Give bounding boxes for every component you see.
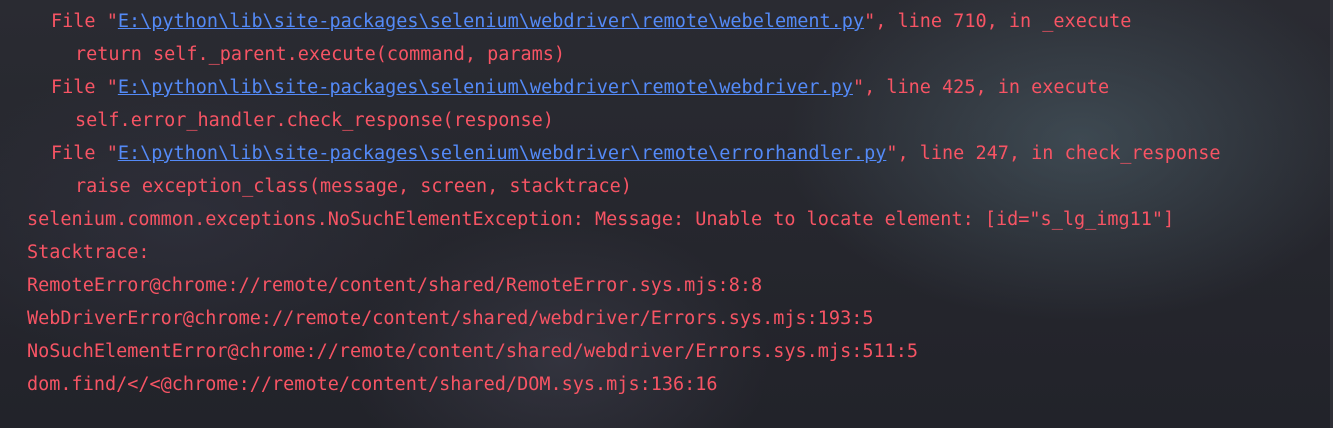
traceback-code-line: return self._parent.execute(command, par…	[75, 44, 566, 65]
file-path-link[interactable]: E:\python\lib\site-packages\selenium\web…	[118, 77, 853, 98]
traceback-file-line: File "E:\python\lib\site-packages\seleni…	[51, 71, 1109, 104]
file-suffix: ", line 710, in _execute	[864, 11, 1132, 32]
file-suffix: ", line 247, in check_response	[886, 143, 1221, 164]
file-prefix: File "	[51, 143, 118, 164]
stacktrace-label: Stacktrace:	[27, 242, 150, 263]
file-path-link[interactable]: E:\python\lib\site-packages\selenium\web…	[118, 11, 864, 32]
traceback-code-line: self.error_handler.check_response(respon…	[75, 110, 554, 131]
traceback-code-line: raise exception_class(message, screen, s…	[75, 176, 632, 197]
file-prefix: File "	[51, 11, 118, 32]
traceback-file-line: File "E:\python\lib\site-packages\seleni…	[51, 5, 1131, 38]
stacktrace-entry: dom.find/</<@chrome://remote/content/sha…	[27, 374, 718, 395]
file-suffix: ", line 425, in execute	[852, 77, 1110, 98]
stacktrace-entry: WebDriverError@chrome://remote/content/s…	[27, 308, 874, 329]
stacktrace-entry: RemoteError@chrome://remote/content/shar…	[27, 275, 763, 296]
exception-message: selenium.common.exceptions.NoSuchElement…	[27, 209, 1175, 230]
traceback-file-line: File "E:\python\lib\site-packages\seleni…	[51, 137, 1221, 170]
stacktrace-entry: NoSuchElementError@chrome://remote/conte…	[27, 341, 919, 362]
file-prefix: File "	[51, 77, 118, 98]
file-path-link[interactable]: E:\python\lib\site-packages\selenium\web…	[118, 143, 887, 164]
console-output: File "E:\python\lib\site-packages\seleni…	[0, 0, 1333, 428]
